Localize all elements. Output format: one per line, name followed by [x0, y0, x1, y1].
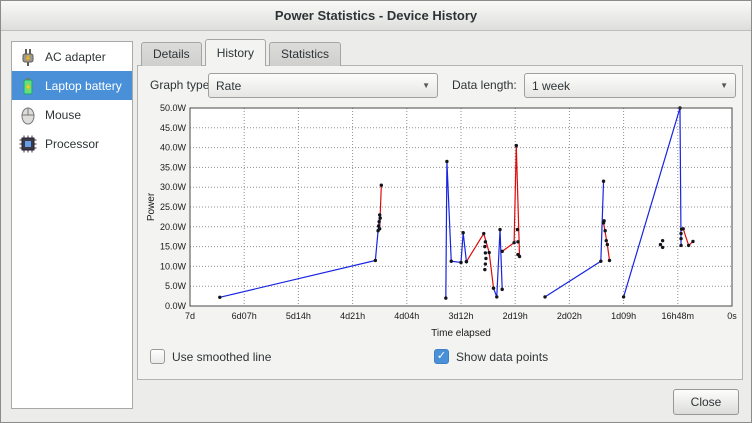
chart-options-row: Use smoothed line Show data points — [138, 349, 742, 373]
svg-text:7d: 7d — [185, 311, 195, 321]
data-length-value: 1 week — [532, 79, 570, 93]
checkbox-box — [434, 349, 449, 364]
svg-text:50.0W: 50.0W — [160, 103, 187, 113]
titlebar[interactable]: Power Statistics - Device History — [1, 1, 751, 31]
chevron-down-icon: ▼ — [422, 81, 430, 90]
power-statistics-window: Power Statistics - Device History AC ada… — [0, 0, 752, 423]
device-item-label: Mouse — [45, 108, 81, 122]
device-list: AC adapter Laptop battery Mouse — [11, 41, 133, 409]
svg-text:35.0W: 35.0W — [160, 162, 187, 172]
svg-text:16h48m: 16h48m — [662, 311, 695, 321]
tab-statistics[interactable]: Statistics — [269, 42, 341, 66]
svg-text:20.0W: 20.0W — [160, 222, 187, 232]
svg-text:4d21h: 4d21h — [340, 311, 365, 321]
data-length-label: Data length: — [452, 78, 517, 92]
svg-text:5.0W: 5.0W — [165, 281, 187, 291]
svg-text:5d14h: 5d14h — [286, 311, 311, 321]
graph-type-label: Graph type: — [150, 78, 213, 92]
chevron-down-icon: ▼ — [720, 81, 728, 90]
history-chart: 0.0W 5.0W 10.0W 15.0W 20.0W 25.0W 30.0W 35.0W 40… — [142, 102, 738, 342]
device-item-ac-adapter[interactable]: AC adapter — [12, 42, 132, 71]
svg-text:15.0W: 15.0W — [160, 242, 187, 252]
graph-type-value: Rate — [216, 79, 241, 93]
tab-details[interactable]: Details — [141, 42, 202, 66]
svg-text:3d12h: 3d12h — [448, 311, 473, 321]
svg-text:4d04h: 4d04h — [394, 311, 419, 321]
checkbox-box — [150, 349, 165, 364]
tab-bar: Details History Statistics — [141, 39, 344, 66]
svg-text:0s: 0s — [727, 311, 737, 321]
svg-text:2d19h: 2d19h — [503, 311, 528, 321]
smoothed-line-label: Use smoothed line — [172, 350, 271, 364]
close-button[interactable]: Close — [673, 389, 739, 415]
battery-icon — [17, 75, 39, 97]
svg-text:45.0W: 45.0W — [160, 123, 187, 133]
svg-text:0.0W: 0.0W — [165, 301, 187, 311]
show-data-points-label: Show data points — [456, 350, 548, 364]
svg-text:1d09h: 1d09h — [611, 311, 636, 321]
svg-text:10.0W: 10.0W — [160, 261, 187, 271]
mouse-icon — [17, 104, 39, 126]
smoothed-line-checkbox[interactable]: Use smoothed line — [150, 349, 271, 364]
ac-adapter-icon — [17, 46, 39, 68]
svg-text:40.0W: 40.0W — [160, 143, 187, 153]
show-data-points-checkbox[interactable]: Show data points — [434, 349, 548, 364]
graph-type-select[interactable]: Rate ▼ — [208, 73, 438, 98]
svg-text:25.0W: 25.0W — [160, 202, 187, 212]
svg-text:2d02h: 2d02h — [557, 311, 582, 321]
device-item-mouse[interactable]: Mouse — [12, 100, 132, 129]
svg-text:Time elapsed: Time elapsed — [431, 328, 491, 339]
svg-text:Power: Power — [146, 192, 157, 221]
tab-history[interactable]: History — [205, 39, 266, 66]
history-panel: Graph type: Rate ▼ Data length: 1 week ▼… — [137, 65, 743, 380]
data-length-select[interactable]: 1 week ▼ — [524, 73, 736, 98]
device-item-label: Laptop battery — [45, 79, 122, 93]
svg-text:30.0W: 30.0W — [160, 182, 187, 192]
device-item-laptop-battery[interactable]: Laptop battery — [12, 71, 132, 100]
window-title: Power Statistics - Device History — [275, 8, 477, 23]
device-item-label: AC adapter — [45, 50, 106, 64]
svg-text:6d07h: 6d07h — [232, 311, 257, 321]
device-item-processor[interactable]: Processor — [12, 129, 132, 158]
processor-icon — [17, 133, 39, 155]
device-item-label: Processor — [45, 137, 99, 151]
